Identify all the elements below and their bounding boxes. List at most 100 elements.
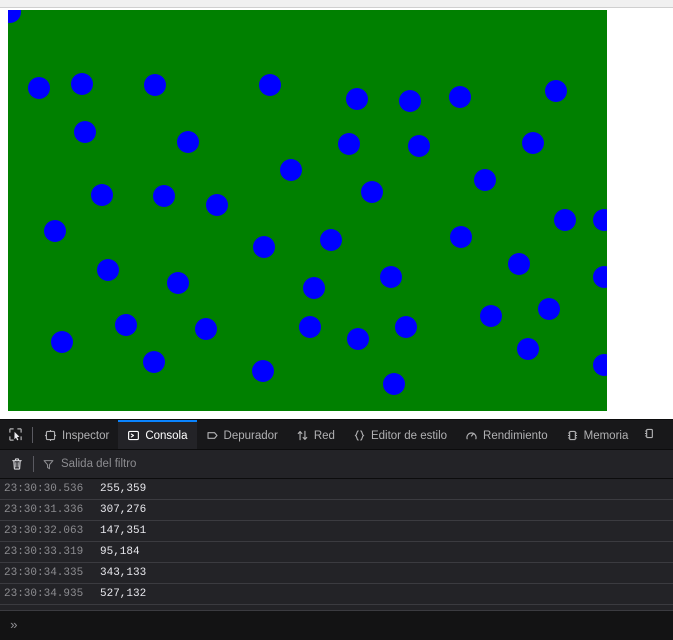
ball-24 bbox=[450, 226, 472, 248]
console-log-timestamp: 23:30:30.536 bbox=[4, 483, 84, 495]
ball-28 bbox=[167, 272, 189, 294]
ball-10 bbox=[177, 131, 199, 153]
console-log-row[interactable]: 23:30:32.063 147,351 bbox=[0, 521, 673, 542]
ball-39 bbox=[51, 331, 73, 353]
console-log-row[interactable]: 23:30:33.319 95,184 bbox=[0, 542, 673, 563]
ball-40 bbox=[517, 338, 539, 360]
ball-22 bbox=[253, 236, 275, 258]
tab-inspector[interactable]: Inspector bbox=[35, 420, 118, 449]
tab-performance-label: Rendimiento bbox=[483, 429, 548, 442]
console-log-timestamp: 23:30:33.319 bbox=[4, 546, 84, 558]
ball-1 bbox=[28, 77, 50, 99]
tab-memory[interactable]: Memoria bbox=[557, 420, 638, 449]
devtools-panel: Inspector Consola Depurador Red Editor d… bbox=[0, 419, 673, 640]
ball-8 bbox=[545, 80, 567, 102]
ball-30 bbox=[303, 277, 325, 299]
console-log-row[interactable]: 23:30:30.536 255,359 bbox=[0, 479, 673, 500]
ball-9 bbox=[74, 121, 96, 143]
ball-37 bbox=[347, 328, 369, 350]
console-filter-field[interactable] bbox=[40, 454, 673, 475]
canvas-container bbox=[8, 10, 607, 411]
toolbar-divider bbox=[32, 426, 33, 443]
element-picker-button[interactable] bbox=[0, 420, 30, 449]
ball-41 bbox=[143, 351, 165, 373]
tab-debugger-label: Depurador bbox=[223, 429, 278, 442]
ball-18 bbox=[361, 181, 383, 203]
ball-19 bbox=[474, 169, 496, 191]
clear-console-button[interactable] bbox=[4, 453, 30, 475]
ball-16 bbox=[153, 185, 175, 207]
trash-icon bbox=[12, 458, 22, 470]
console-log-message: 147,351 bbox=[100, 525, 147, 537]
console-log-message: 255,359 bbox=[100, 483, 147, 495]
ball-15 bbox=[91, 184, 113, 206]
console-log-message: 95,184 bbox=[100, 546, 140, 558]
ball-38 bbox=[395, 316, 417, 338]
ball-26 bbox=[508, 253, 530, 275]
style-editor-icon bbox=[353, 429, 366, 442]
console-log-timestamp: 23:30:32.063 bbox=[4, 525, 84, 537]
tab-memory-label: Memoria bbox=[583, 429, 629, 442]
ball-2 bbox=[71, 73, 93, 95]
tab-debugger[interactable]: Depurador bbox=[197, 420, 287, 449]
ball-43 bbox=[383, 373, 405, 395]
ball-23 bbox=[320, 229, 342, 251]
console-log-message: 343,133 bbox=[100, 567, 147, 579]
tab-console[interactable]: Consola bbox=[118, 420, 197, 449]
ball-14 bbox=[280, 159, 302, 181]
console-log-timestamp: 23:30:34.335 bbox=[4, 567, 84, 579]
tab-network[interactable]: Red bbox=[287, 420, 344, 449]
devtools-tab-toolbar: Inspector Consola Depurador Red Editor d… bbox=[0, 420, 673, 450]
tab-network-label: Red bbox=[313, 429, 335, 442]
ball-5 bbox=[346, 88, 368, 110]
network-icon bbox=[296, 429, 309, 442]
debugger-icon bbox=[206, 429, 219, 442]
console-log-timestamp: 23:30:34.935 bbox=[4, 588, 84, 600]
ball-27 bbox=[380, 266, 402, 288]
console-prompt-chevron: » bbox=[10, 618, 18, 633]
console-filter-input[interactable] bbox=[61, 458, 673, 470]
console-output-list[interactable]: 23:30:30.536 255,359 23:30:31.336 307,276 23… bbox=[0, 479, 673, 610]
screen-root: Inspector Consola Depurador Red Editor d… bbox=[0, 0, 673, 640]
console-log-timestamp: 23:30:31.336 bbox=[4, 504, 84, 516]
tab-console-label: Consola bbox=[145, 429, 188, 442]
console-icon bbox=[127, 429, 140, 442]
ball-13 bbox=[522, 132, 544, 154]
bouncing-balls-canvas[interactable] bbox=[8, 10, 607, 411]
ball-11 bbox=[338, 133, 360, 155]
element-picker-icon bbox=[8, 428, 22, 441]
tab-inspector-label: Inspector bbox=[62, 429, 110, 442]
ball-17 bbox=[206, 194, 228, 216]
console-log-message: 307,276 bbox=[100, 504, 147, 516]
ball-32 bbox=[538, 298, 560, 320]
ball-7 bbox=[449, 86, 471, 108]
ball-36 bbox=[299, 316, 321, 338]
tab-storage[interactable] bbox=[637, 420, 662, 449]
ball-20 bbox=[44, 220, 66, 242]
ball-6 bbox=[399, 90, 421, 112]
console-prompt-row[interactable]: » bbox=[0, 610, 673, 640]
browser-content-area bbox=[0, 0, 673, 419]
storage-icon bbox=[643, 427, 656, 445]
funnel-icon bbox=[43, 459, 54, 469]
console-log-row[interactable]: 23:30:31.336 307,276 bbox=[0, 500, 673, 521]
ball-34 bbox=[115, 314, 137, 336]
ball-25 bbox=[97, 259, 119, 281]
memory-icon bbox=[566, 429, 579, 442]
ball-4 bbox=[259, 74, 281, 96]
console-log-row[interactable]: 23:30:34.335 343,133 bbox=[0, 563, 673, 584]
console-prompt-input[interactable] bbox=[25, 619, 673, 632]
filter-bar-divider bbox=[33, 456, 34, 472]
ball-33 bbox=[480, 305, 502, 327]
ball-35 bbox=[195, 318, 217, 340]
console-filter-bar bbox=[0, 450, 673, 479]
ball-42 bbox=[252, 360, 274, 382]
tab-style-editor-label: Editor de estilo bbox=[370, 429, 448, 442]
console-log-row[interactable]: 23:30:34.935 527,132 bbox=[0, 584, 673, 605]
ball-12 bbox=[408, 135, 430, 157]
tab-performance[interactable]: Rendimiento bbox=[456, 420, 557, 449]
console-log-message: 527,132 bbox=[100, 588, 147, 600]
canvas-background bbox=[8, 10, 607, 411]
tab-style-editor[interactable]: Editor de estilo bbox=[344, 420, 456, 449]
performance-icon bbox=[465, 429, 478, 442]
